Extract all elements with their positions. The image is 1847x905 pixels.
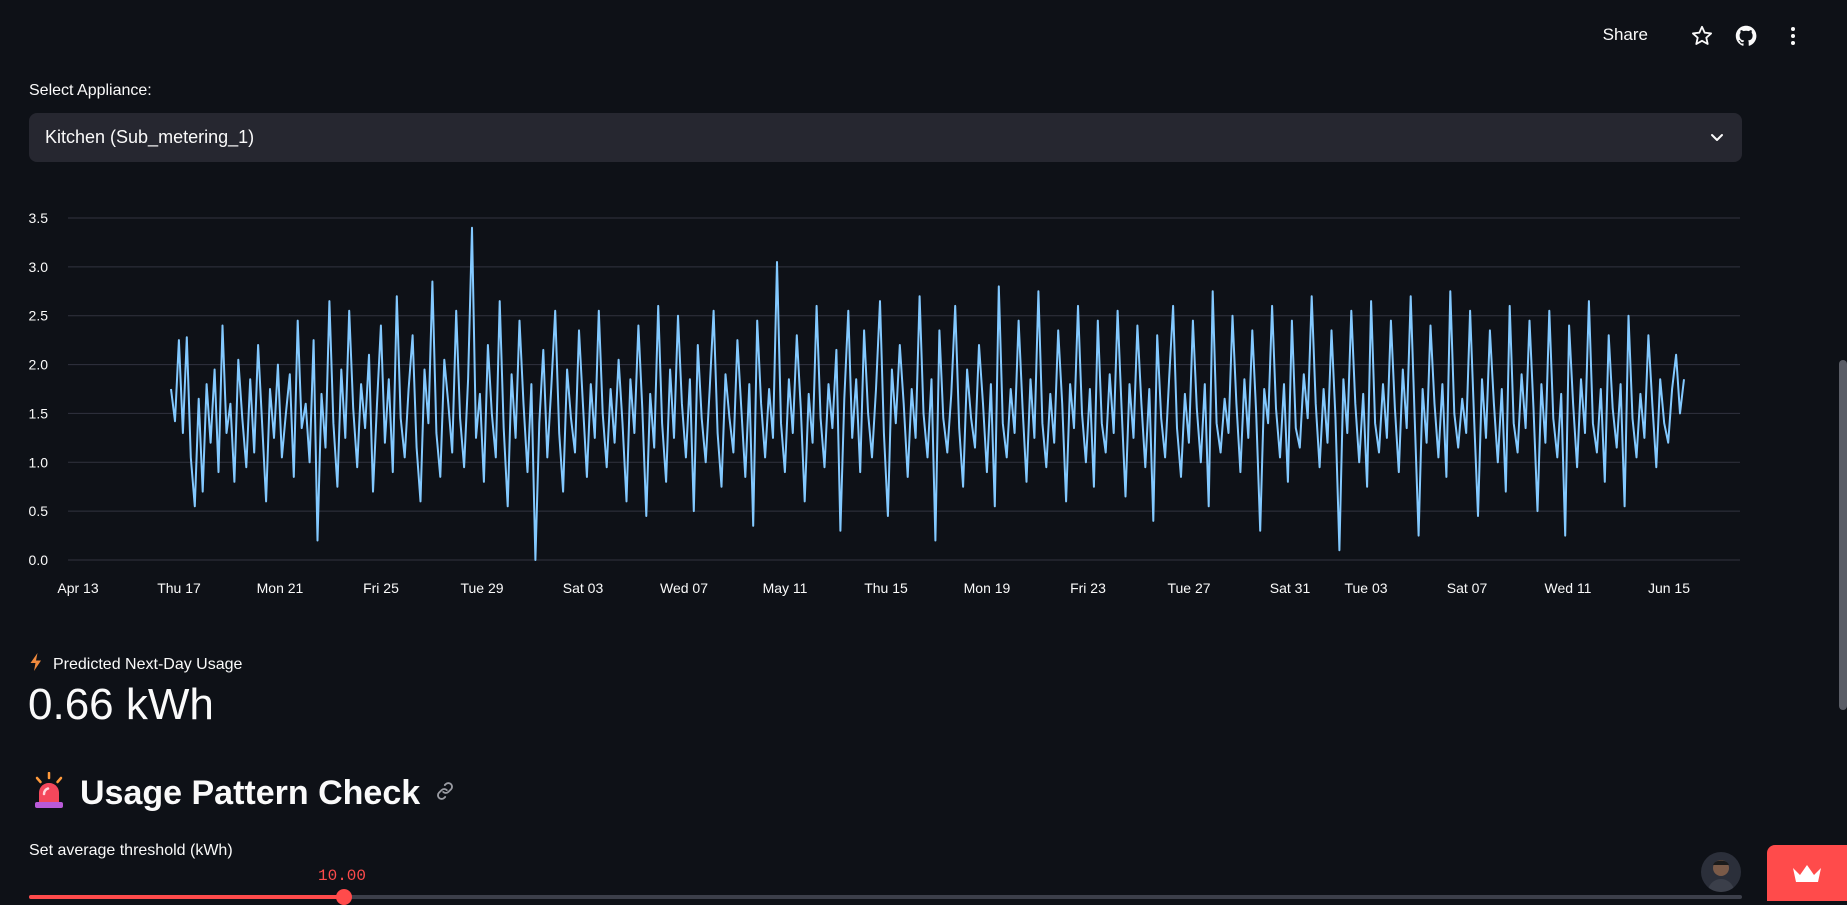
- threshold-slider-fill: [29, 895, 344, 899]
- y-tick-label: 0.0: [29, 552, 49, 568]
- appliance-select[interactable]: Kitchen (Sub_metering_1): [29, 113, 1742, 162]
- x-tick-label: Thu 15: [864, 580, 908, 596]
- y-tick-label: 0.5: [29, 503, 49, 519]
- more-vertical-icon[interactable]: [1781, 24, 1805, 48]
- y-axis-ticks: 0.0 0.5 1.0 1.5 2.0 2.5 3.0 3.5: [29, 210, 49, 568]
- x-tick-label: Fri 23: [1070, 580, 1106, 596]
- x-tick-label: Tue 27: [1167, 580, 1210, 596]
- prediction-label: Predicted Next-Day Usage: [53, 655, 243, 673]
- link-icon[interactable]: [434, 780, 456, 807]
- x-tick-label: Mon 21: [257, 580, 304, 596]
- x-tick-label: Apr 13: [57, 580, 98, 596]
- select-appliance-label: Select Appliance:: [29, 82, 152, 99]
- alarm-light-icon: [32, 771, 66, 815]
- series-line: [170, 226, 1685, 561]
- page-scrollbar[interactable]: [1839, 360, 1847, 710]
- usage-pattern-title: Usage Pattern Check: [80, 774, 421, 812]
- y-tick-label: 1.5: [29, 405, 49, 421]
- crown-icon: [1791, 862, 1823, 891]
- x-axis-ticks: Apr 13 Thu 17 Mon 21 Fri 25 Tue 29 Sat 03 Wed …: [57, 580, 1690, 596]
- prediction-value: 0.66 kWh: [28, 680, 214, 729]
- y-tick-label: 2.5: [29, 308, 49, 324]
- x-tick-label: Wed 11: [1545, 580, 1592, 596]
- appliance-select-value: Kitchen (Sub_metering_1): [45, 127, 255, 147]
- share-button[interactable]: Share: [1603, 25, 1648, 45]
- streamlit-badge[interactable]: [1767, 845, 1847, 901]
- github-icon[interactable]: [1734, 24, 1758, 48]
- y-tick-label: 3.5: [29, 210, 49, 226]
- x-tick-label: Jun 15: [1648, 580, 1690, 596]
- prediction-label-row: Predicted Next-Day Usage: [29, 653, 242, 676]
- chevron-down-icon: [1708, 128, 1726, 146]
- star-icon[interactable]: [1690, 24, 1714, 48]
- top-toolbar: Share: [1447, 0, 1847, 70]
- x-tick-label: Sat 07: [1447, 580, 1488, 596]
- x-tick-label: Sat 03: [563, 580, 604, 596]
- x-tick-label: Sat 31: [1270, 580, 1311, 596]
- lightning-icon: [29, 653, 43, 676]
- x-tick-label: Wed 07: [660, 580, 708, 596]
- x-tick-label: May 11: [763, 580, 808, 596]
- threshold-label: Set average threshold (kWh): [29, 842, 233, 859]
- x-tick-label: Thu 17: [157, 580, 201, 596]
- usage-line-chart: 0.0 0.5 1.0 1.5 2.0 2.5 3.0 3.5 Apr 13 Thu 17 Mon…: [29, 210, 1740, 596]
- usage-pattern-heading: Usage Pattern Check: [32, 771, 456, 815]
- threshold-slider-value: 10.00: [318, 867, 367, 885]
- x-tick-label: Fri 25: [363, 580, 399, 596]
- x-tick-label: Mon 19: [964, 580, 1011, 596]
- x-tick-label: Tue 29: [460, 580, 503, 596]
- y-tick-label: 3.0: [29, 259, 49, 275]
- y-tick-label: 1.0: [29, 454, 49, 470]
- avatar[interactable]: [1701, 852, 1741, 892]
- x-tick-label: Tue 03: [1344, 580, 1387, 596]
- threshold-slider-thumb[interactable]: [336, 889, 352, 905]
- y-tick-label: 2.0: [29, 357, 49, 373]
